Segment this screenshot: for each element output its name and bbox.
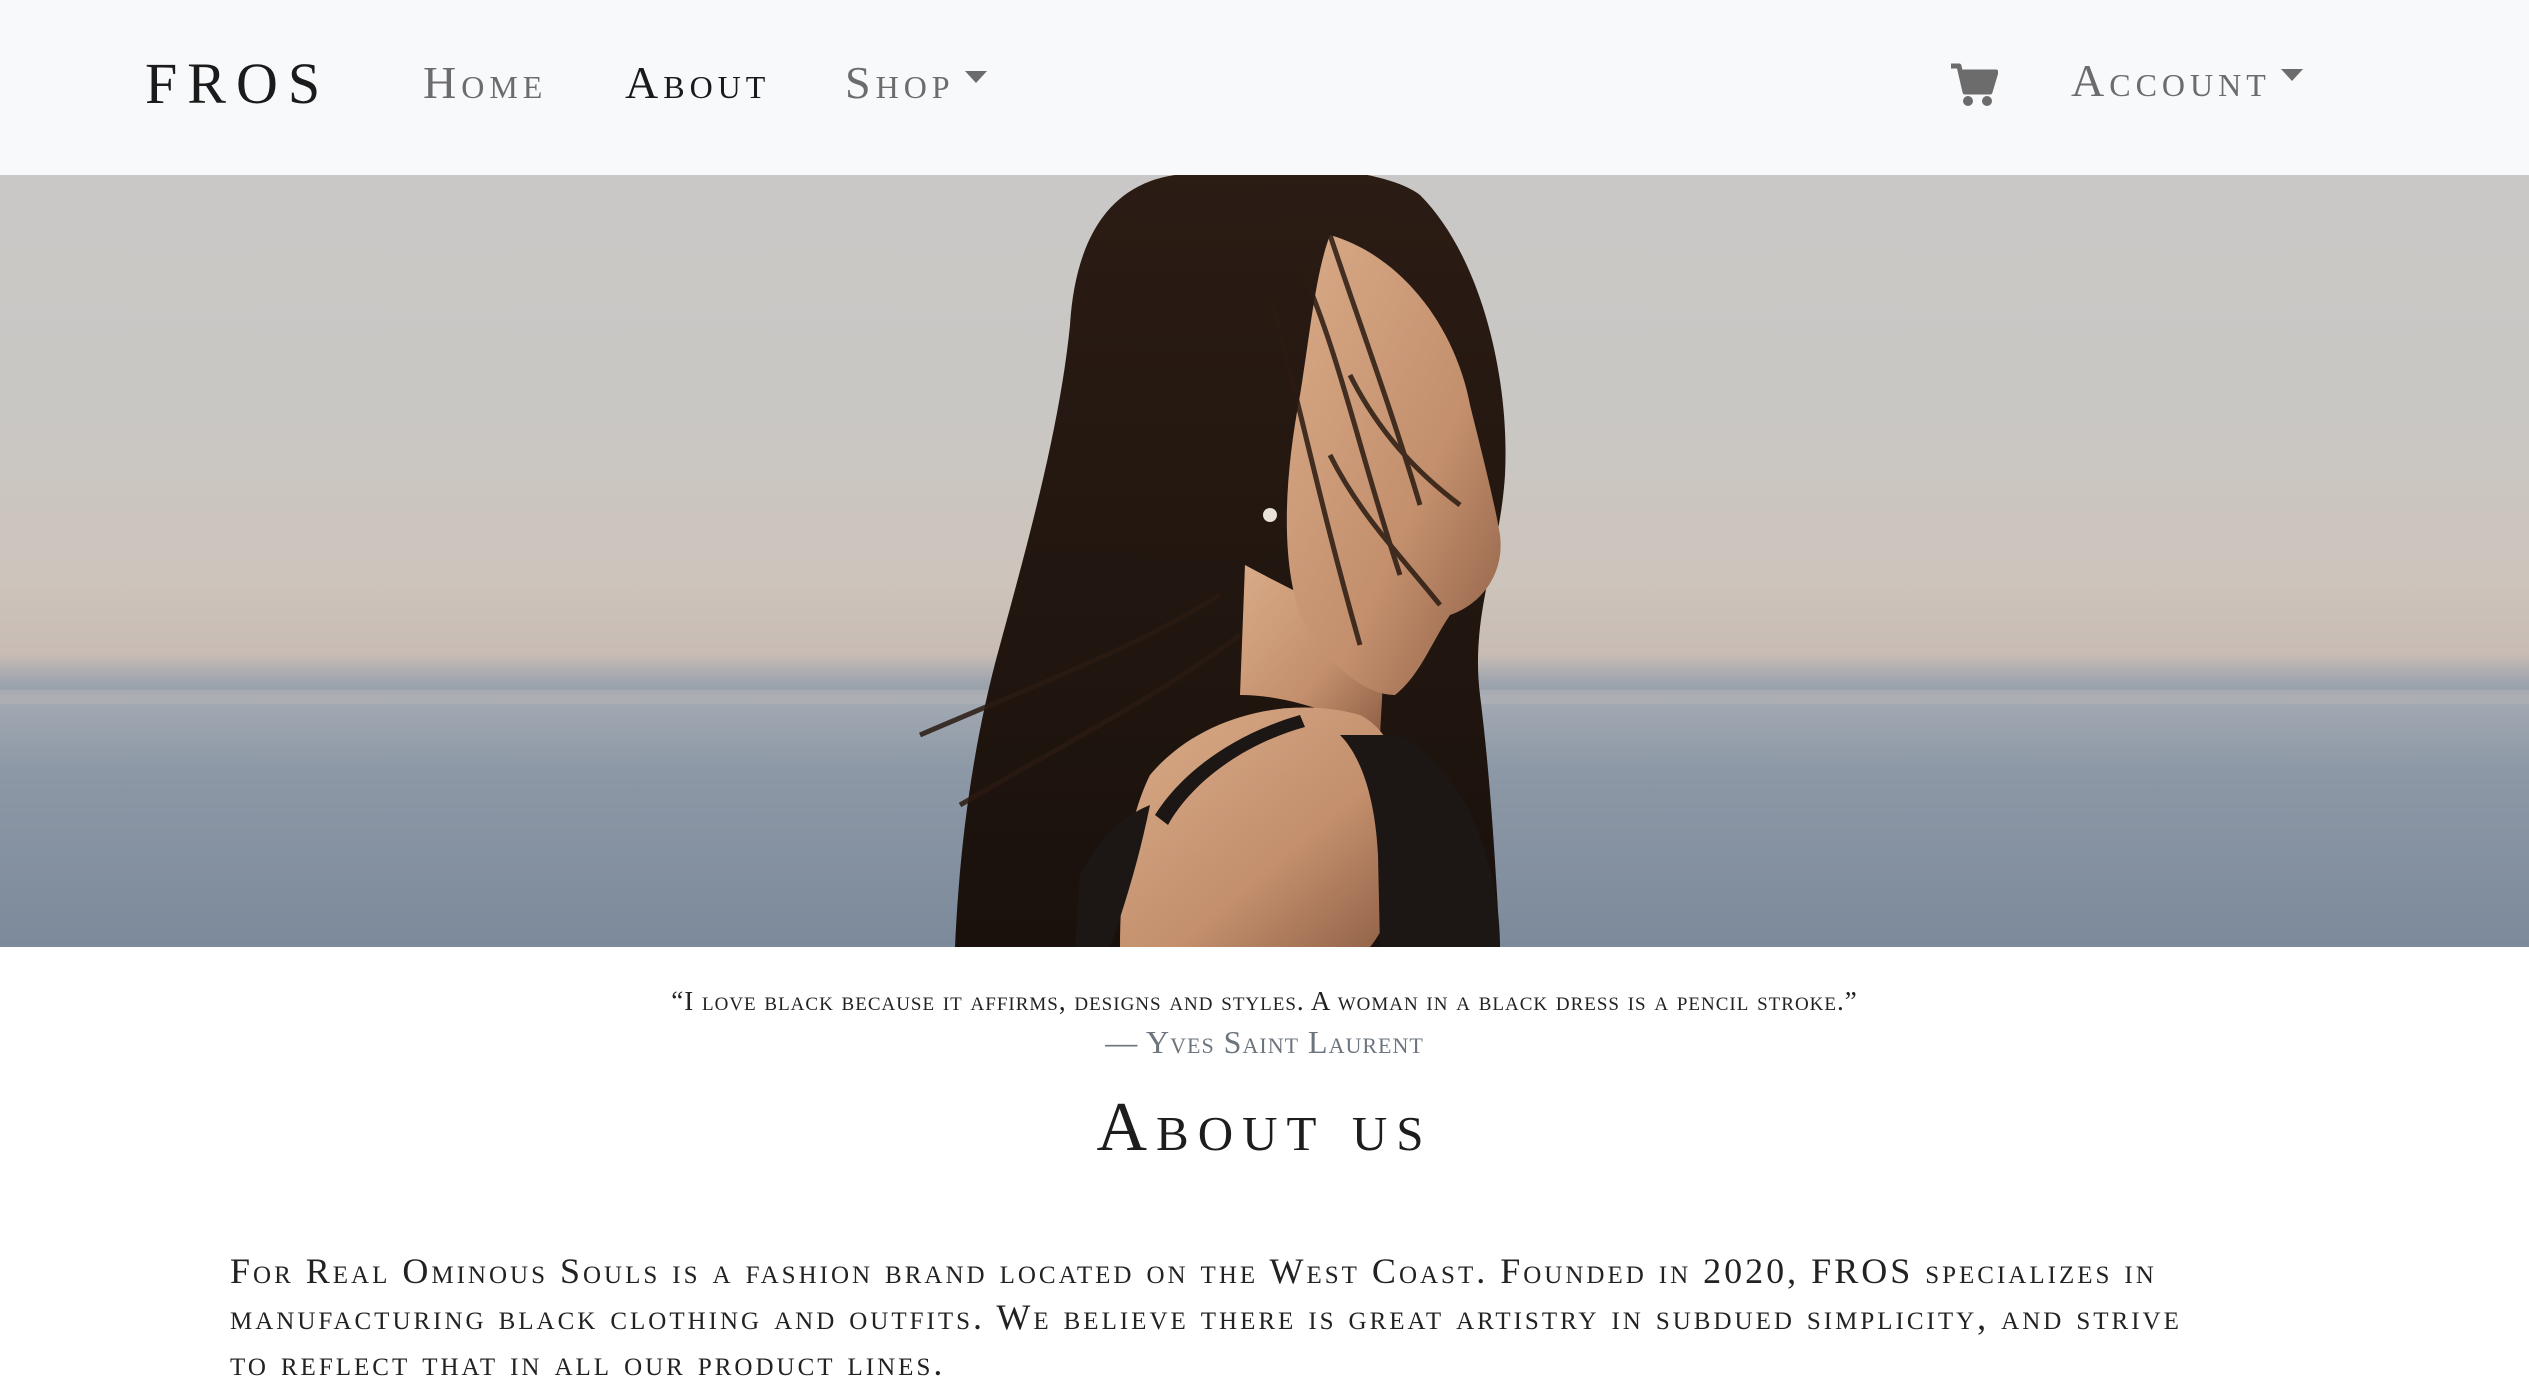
nav-about-link[interactable]: About (625, 56, 770, 109)
chevron-down-icon (2280, 69, 2303, 82)
chevron-down-icon (964, 71, 987, 84)
nav-shop-dropdown[interactable]: Shop (845, 56, 987, 109)
page-title: About us (1096, 1089, 1433, 1166)
woman-portrait-illustration (0, 175, 2529, 947)
hero-image (0, 175, 2529, 947)
shopping-cart-icon[interactable] (1950, 62, 1999, 108)
nav-home-link[interactable]: Home (423, 56, 547, 109)
about-description: For Real Ominous Souls is a fashion bran… (230, 1251, 2182, 1383)
navbar: FROS Home About Shop Account (0, 0, 2529, 175)
nav-account-dropdown[interactable]: Account (2071, 54, 2303, 107)
nav-account-label: Account (2071, 55, 2271, 106)
quote-author: — Yves Saint Laurent (1105, 1024, 1424, 1060)
nav-shop-label: Shop (845, 57, 955, 108)
brand-logo[interactable]: FROS (145, 50, 330, 117)
hero-quote: “I love black because it affirms, design… (671, 986, 1858, 1016)
